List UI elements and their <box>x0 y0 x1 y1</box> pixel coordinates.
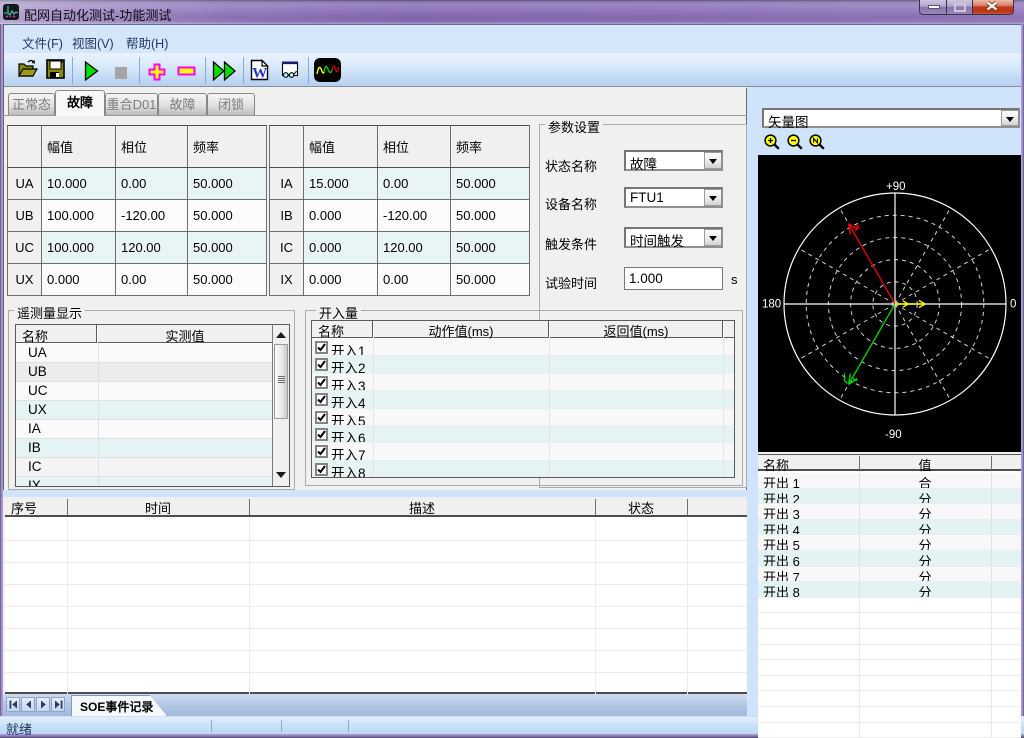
svg-text:-90: -90 <box>885 429 902 441</box>
svg-text:W: W <box>252 66 267 82</box>
svg-text:0: 0 <box>1010 299 1016 311</box>
svg-text:+90: +90 <box>886 181 906 193</box>
svg-text:180: 180 <box>762 299 781 311</box>
